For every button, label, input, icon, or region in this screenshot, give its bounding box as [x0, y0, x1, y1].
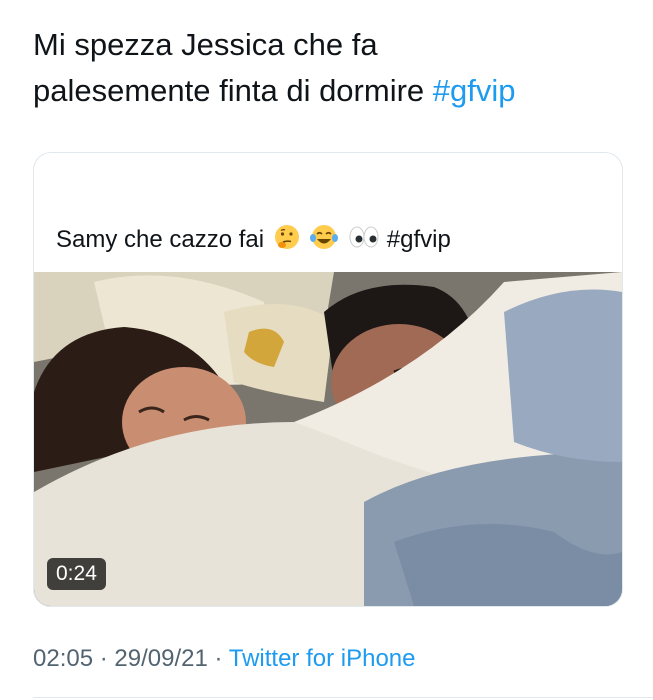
divider [33, 697, 653, 698]
tweet-date[interactable]: 29/09/21 [114, 645, 207, 672]
video-frame [34, 272, 622, 606]
tweet-text: Mi spezza Jessica che fa palesemente fin… [33, 22, 633, 114]
tweet-meta: 02:05 · 29/09/21 · Twitter for iPhone [33, 645, 415, 673]
thinking-face-icon [273, 223, 301, 258]
video-player[interactable]: 0:24 [34, 272, 622, 606]
quoted-tweet-text: Samy che cazzo fai #gfvip [56, 223, 451, 258]
eyes-icon [348, 225, 380, 256]
meta-separator: · [214, 645, 223, 672]
meta-separator: · [99, 645, 108, 672]
quoted-tweet-body: Samy che cazzo fai [56, 225, 265, 253]
quoted-tweet-card[interactable]: Samy che cazzo fai #gfvip 0:24 [33, 152, 623, 607]
tweet-text-line2: palesemente finta di dormire [33, 73, 425, 108]
tweet-text-line1: Mi spezza Jessica che fa [33, 27, 378, 62]
tweet-source-link[interactable]: Twitter for iPhone [229, 645, 416, 672]
video-duration-badge: 0:24 [47, 558, 106, 590]
tweet-hashtag-link[interactable]: #gfvip [433, 73, 516, 108]
tears-of-joy-icon [309, 223, 339, 258]
tweet-time[interactable]: 02:05 [33, 645, 93, 672]
quoted-tweet-hashtag[interactable]: #gfvip [387, 226, 451, 253]
